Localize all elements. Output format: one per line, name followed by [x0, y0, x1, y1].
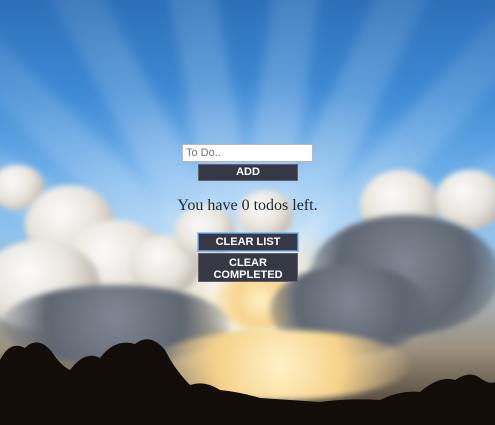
tree-silhouette — [0, 339, 495, 425]
todo-input[interactable] — [182, 144, 313, 162]
clear-completed-button[interactable]: CLEAR COMPLETED — [198, 253, 298, 282]
add-button[interactable]: ADD — [198, 164, 298, 181]
clear-list-button[interactable]: CLEAR LIST — [198, 233, 298, 251]
todos-left-status: You have 0 todos left. — [177, 197, 318, 214]
